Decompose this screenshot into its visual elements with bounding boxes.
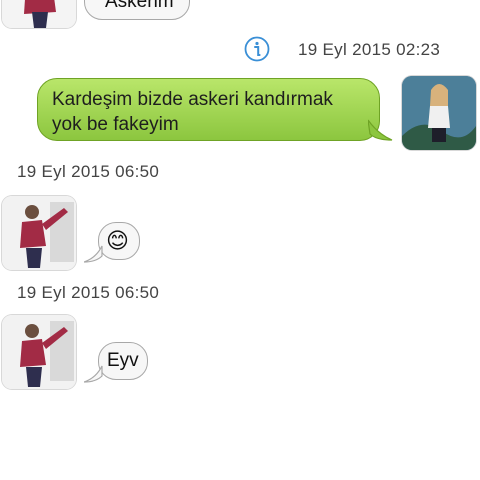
outgoing-bubble: Kardeşim bizde askeri kandırmak yok be f…: [37, 78, 380, 141]
my-avatar[interactable]: [402, 76, 476, 150]
timestamp-incoming-2: 19 Eyl 2015 06:50: [17, 283, 160, 302]
partial-message-text: Askerim: [105, 0, 174, 12]
outgoing-text-line-1: Kardeşim bizde askeri kandırmak: [52, 89, 333, 110]
eyv-bubble: Eyv: [98, 342, 148, 380]
outgoing-bubble-tail: [368, 119, 393, 141]
eyv-message: Eyv: [107, 350, 139, 371]
partial-incoming-bubble: Askerim: [84, 0, 190, 20]
emoji-bubble: 😊: [98, 222, 140, 260]
timestamp-incoming-1: 19 Eyl 2015 06:50: [17, 162, 160, 181]
sender-avatar-top[interactable]: [2, 0, 76, 28]
timestamp-outgoing: 19 Eyl 2015 02:23: [298, 40, 441, 59]
outgoing-text-line-2: yok be fakeyim: [52, 114, 179, 135]
info-icon[interactable]: [244, 36, 270, 62]
sender-avatar-1[interactable]: [2, 196, 76, 270]
emoji-bubble-tail: [84, 245, 103, 263]
sender-avatar-2[interactable]: [2, 315, 76, 389]
emoji-message: 😊: [106, 228, 129, 253]
eyv-bubble-tail: [84, 365, 103, 383]
